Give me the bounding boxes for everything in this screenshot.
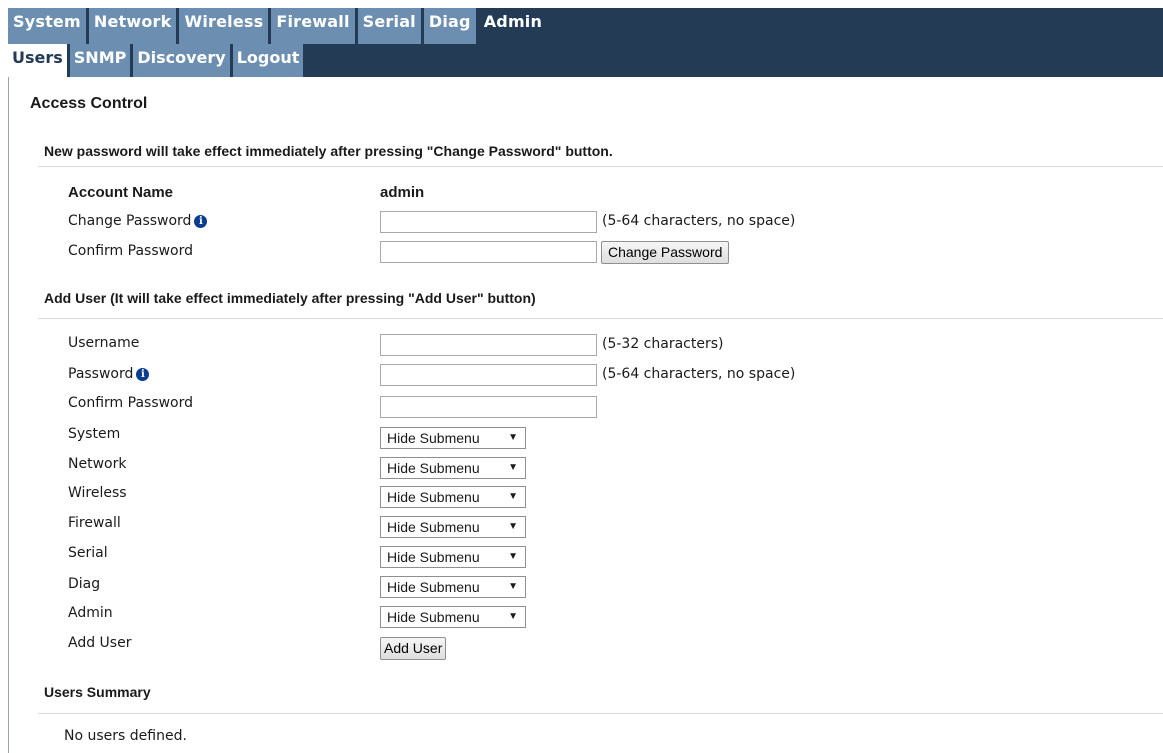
account-name-value: admin xyxy=(380,184,425,201)
add-user-heading: Add User (It will take effect immediatel… xyxy=(44,290,536,306)
chevron-down-icon: ▼ xyxy=(508,551,518,562)
page-title: Access Control xyxy=(30,95,148,112)
select-value: Hide Submenu xyxy=(387,609,480,625)
change-password-label: Change Password i xyxy=(68,213,208,229)
change-password-heading: New password will take effect immediatel… xyxy=(44,143,613,159)
add-confirm-password-label: Confirm Password xyxy=(68,395,194,411)
password-label-text: Password xyxy=(68,366,134,382)
password-hint: (5-64 characters, no space) xyxy=(602,366,796,382)
tab-system[interactable]: System xyxy=(8,8,86,44)
add-user-label: Add User xyxy=(68,635,132,651)
select-value: Hide Submenu xyxy=(387,519,480,535)
info-icon[interactable]: i xyxy=(136,368,150,381)
password-label: Password i xyxy=(68,366,150,382)
tab-diag[interactable]: Diag xyxy=(423,8,476,44)
tab-admin[interactable]: Admin xyxy=(478,8,548,44)
permission-select-diag[interactable]: Hide Submenu ▼ xyxy=(380,576,526,598)
subtab-users[interactable]: Users xyxy=(8,44,67,77)
permission-label-network: Network xyxy=(68,456,127,472)
permission-select-system[interactable]: Hide Submenu ▼ xyxy=(380,427,526,449)
subtab-discovery[interactable]: Discovery xyxy=(133,44,230,77)
change-password-label-text: Change Password xyxy=(68,213,192,229)
permission-select-serial[interactable]: Hide Submenu ▼ xyxy=(380,546,526,568)
password-input[interactable] xyxy=(380,364,597,386)
confirm-password-input[interactable] xyxy=(380,241,597,263)
permission-label-serial: Serial xyxy=(68,545,108,561)
chevron-down-icon: ▼ xyxy=(508,462,518,473)
chevron-down-icon: ▼ xyxy=(508,521,518,532)
select-value: Hide Submenu xyxy=(387,579,480,595)
chevron-down-icon: ▼ xyxy=(508,581,518,592)
tab-network[interactable]: Network xyxy=(88,8,177,44)
permission-label-admin: Admin xyxy=(68,605,113,621)
change-password-input[interactable] xyxy=(380,211,597,233)
divider xyxy=(38,713,1163,714)
select-value: Hide Submenu xyxy=(387,430,480,446)
tab-wireless[interactable]: Wireless xyxy=(179,8,269,44)
permission-select-admin[interactable]: Hide Submenu ▼ xyxy=(380,606,526,628)
add-user-button[interactable]: Add User xyxy=(380,637,447,660)
chevron-down-icon: ▼ xyxy=(508,611,518,622)
divider xyxy=(38,318,1163,319)
confirm-password-label: Confirm Password xyxy=(68,243,194,259)
permission-label-system: System xyxy=(68,426,121,442)
tab-firewall[interactable]: Firewall xyxy=(271,8,355,44)
chevron-down-icon: ▼ xyxy=(508,432,518,443)
subtab-snmp[interactable]: SNMP xyxy=(69,44,131,77)
add-confirm-password-input[interactable] xyxy=(380,396,597,418)
change-password-button[interactable]: Change Password xyxy=(601,241,730,264)
select-value: Hide Submenu xyxy=(387,489,480,505)
divider xyxy=(38,166,1163,167)
chevron-down-icon: ▼ xyxy=(508,491,518,502)
permission-select-network[interactable]: Hide Submenu ▼ xyxy=(380,457,526,479)
username-label: Username xyxy=(68,335,140,351)
select-value: Hide Submenu xyxy=(387,549,480,565)
select-value: Hide Submenu xyxy=(387,460,480,476)
users-summary-heading: Users Summary xyxy=(44,684,151,700)
username-hint: (5-32 characters) xyxy=(602,336,724,352)
content-left-border xyxy=(8,77,9,753)
permission-select-wireless[interactable]: Hide Submenu ▼ xyxy=(380,486,526,508)
main-tabs: System Network Wireless Firewall Serial … xyxy=(8,8,548,44)
sub-tabs: Users SNMP Discovery Logout xyxy=(8,44,361,77)
change-password-hint: (5-64 characters, no space) xyxy=(602,213,796,229)
subtab-logout[interactable]: Logout xyxy=(232,44,304,77)
permission-label-diag: Diag xyxy=(68,576,101,592)
permission-label-wireless: Wireless xyxy=(68,485,127,501)
account-name-label: Account Name xyxy=(68,184,174,201)
info-icon[interactable]: i xyxy=(194,215,208,228)
username-input[interactable] xyxy=(380,334,597,356)
permission-select-firewall[interactable]: Hide Submenu ▼ xyxy=(380,516,526,538)
tab-serial[interactable]: Serial xyxy=(357,8,421,44)
permission-label-firewall: Firewall xyxy=(68,515,121,531)
no-users-text: No users defined. xyxy=(64,728,187,744)
